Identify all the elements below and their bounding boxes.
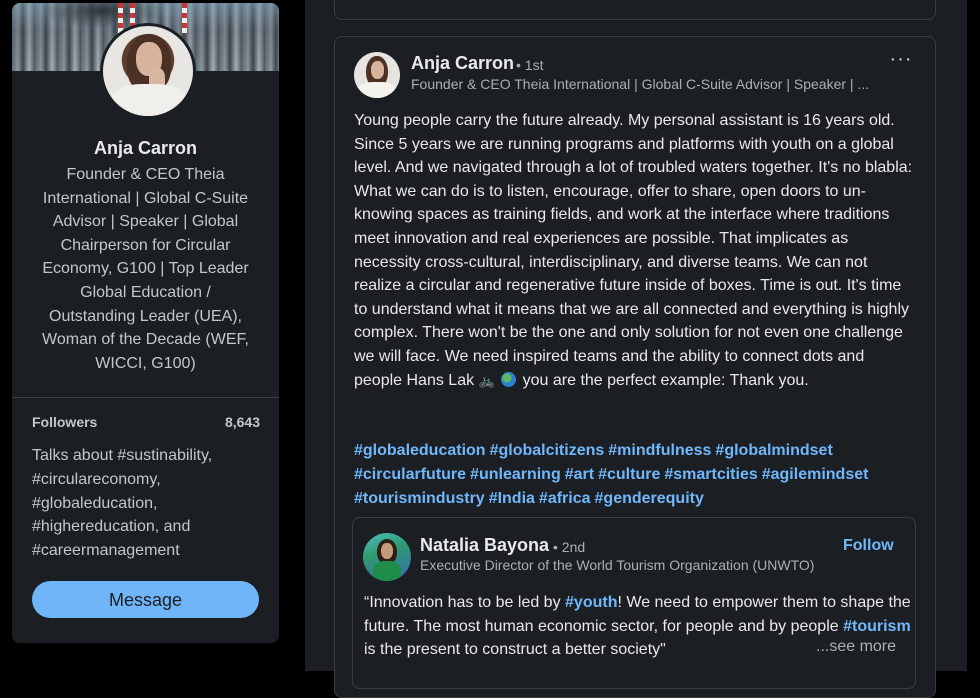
follow-button[interactable]: Follow [843,537,894,555]
cover-chimney [182,3,187,33]
reshare-text-part: “Innovation has to be led by [364,594,566,611]
message-button[interactable]: Message [32,581,259,618]
post-author-name[interactable]: Anja Carron [411,53,514,74]
followers-label: Followers [32,414,98,430]
reshare-author-headline: Executive Director of the World Tourism … [420,557,815,573]
reshare-text-part: is the present to construct a better soc… [364,641,666,659]
hashtag-link[interactable]: #circularfuture [354,466,466,483]
post-text: Young people carry the future already. M… [354,109,914,392]
profile-card: Anja Carron Founder & CEO Theia Internat… [12,3,279,643]
avatar-body [357,82,397,98]
connection-degree: • 2nd [553,539,586,555]
followers-count: 8,643 [224,414,260,430]
hashtag-link[interactable]: #globalcitizens [490,442,605,459]
hashtag-link[interactable]: #art [565,466,594,483]
hashtag-link[interactable]: #culture [598,466,660,483]
cover-chimney [118,3,123,33]
hashtag-link[interactable]: #agilemindset [762,466,869,483]
post-text-end: you are the perfect example: Thank you. [522,371,809,389]
avatar-body [111,84,187,116]
hashtag-link[interactable]: #smartcities [664,466,757,483]
hashtag-link[interactable]: #globalmindset [715,442,832,459]
reshare-author-avatar[interactable] [363,533,411,581]
hashtag-link[interactable]: #youth [565,594,617,611]
globe-icon [501,371,517,387]
hashtag-link[interactable]: #mindfulness [608,442,711,459]
author-avatar[interactable] [354,52,400,98]
see-more-link[interactable]: ...see more [816,638,896,656]
hashtag-list: #globaleducation #globalcitizens #mindfuln… [354,439,914,511]
avatar-face [371,61,384,79]
profile-headline: Founder & CEO Theia International | Glob… [42,166,249,372]
previous-post-card [334,0,936,20]
hashtag-link[interactable]: #tourismindustry [354,490,485,507]
hashtag-link[interactable]: #africa [539,490,591,507]
profile-name[interactable]: Anja Carron [12,138,279,159]
divider [12,397,279,398]
reshare-author-name[interactable]: Natalia Bayona [420,535,549,556]
avatar-body [373,561,401,581]
scroll-gutter [967,0,980,671]
post-author-headline: Founder & CEO Theia International | Glob… [411,76,870,92]
hashtag-link[interactable]: #tourism [843,618,911,635]
avatar-face [381,543,393,559]
hashtag-link[interactable]: #genderequity [595,490,704,507]
talks-about: Talks about #sustinability, #circulareco… [32,447,213,560]
connection-degree: • 1st [516,57,544,73]
bicycle-icon: 🚲 [478,372,495,388]
hashtag-link[interactable]: #unlearning [470,466,561,483]
more-options-icon[interactable]: ··· [886,48,916,72]
profile-avatar[interactable] [100,23,196,119]
post-text-main: Young people carry the future already. M… [354,112,913,389]
hashtag-link[interactable]: #India [489,490,535,507]
hashtag-link[interactable]: #globaleducation [354,442,486,459]
